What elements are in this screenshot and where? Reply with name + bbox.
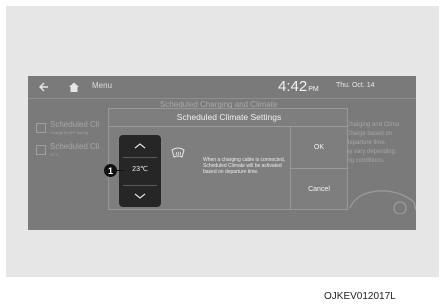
callout-leader-line	[117, 170, 124, 171]
cancel-button[interactable]: Cancel	[291, 169, 347, 209]
scheduled-climate-dialog: Scheduled Climate Settings 23℃ When a ch…	[108, 108, 348, 210]
clock: 4:42PM	[278, 78, 319, 95]
callout-number: 1	[104, 164, 117, 177]
temperature-divider	[123, 157, 157, 158]
dialog-message: When a charging cable is connected, Sche…	[203, 157, 285, 175]
schedule-icon	[36, 123, 46, 133]
car-silhouette-icon	[349, 190, 416, 214]
status-bar: Menu 4:42PM Thu. Oct. 14	[28, 76, 416, 98]
background-info-line: departure time.	[346, 140, 387, 146]
background-info-line: ing conditions.	[346, 158, 385, 164]
clock-time: 4:42	[278, 78, 308, 95]
chevron-down-icon	[134, 193, 146, 199]
chevron-up-icon	[134, 143, 146, 149]
status-divider	[28, 98, 416, 99]
background-info-line: Charge based on	[346, 131, 393, 137]
background-info-text: Charging and Clima Charge based on depar…	[346, 121, 399, 166]
clock-ampm: PM	[308, 86, 319, 93]
defrost-icon[interactable]	[171, 147, 185, 159]
figure-code: OJKEV012017L	[324, 291, 396, 302]
menu-button[interactable]: Menu	[92, 81, 112, 90]
dialog-title: Scheduled Climate Settings	[176, 112, 282, 122]
home-icon[interactable]	[68, 81, 80, 93]
date-label: Thu. Oct. 14	[336, 82, 375, 89]
temperature-down-button[interactable]	[119, 185, 161, 207]
background-info-line: ay vary depending	[346, 149, 396, 155]
infotainment-screen: Menu 4:42PM Thu. Oct. 14 Scheduled Charg…	[28, 76, 416, 230]
temperature-control: 23℃	[119, 135, 161, 207]
ok-button[interactable]: OK	[291, 127, 347, 168]
background-info-line: Charging and Clima	[346, 122, 400, 128]
temperature-value: 23℃	[132, 166, 148, 173]
back-arrow-icon[interactable]	[38, 81, 50, 93]
temperature-up-button[interactable]	[119, 135, 161, 157]
climate-icon	[36, 145, 46, 155]
